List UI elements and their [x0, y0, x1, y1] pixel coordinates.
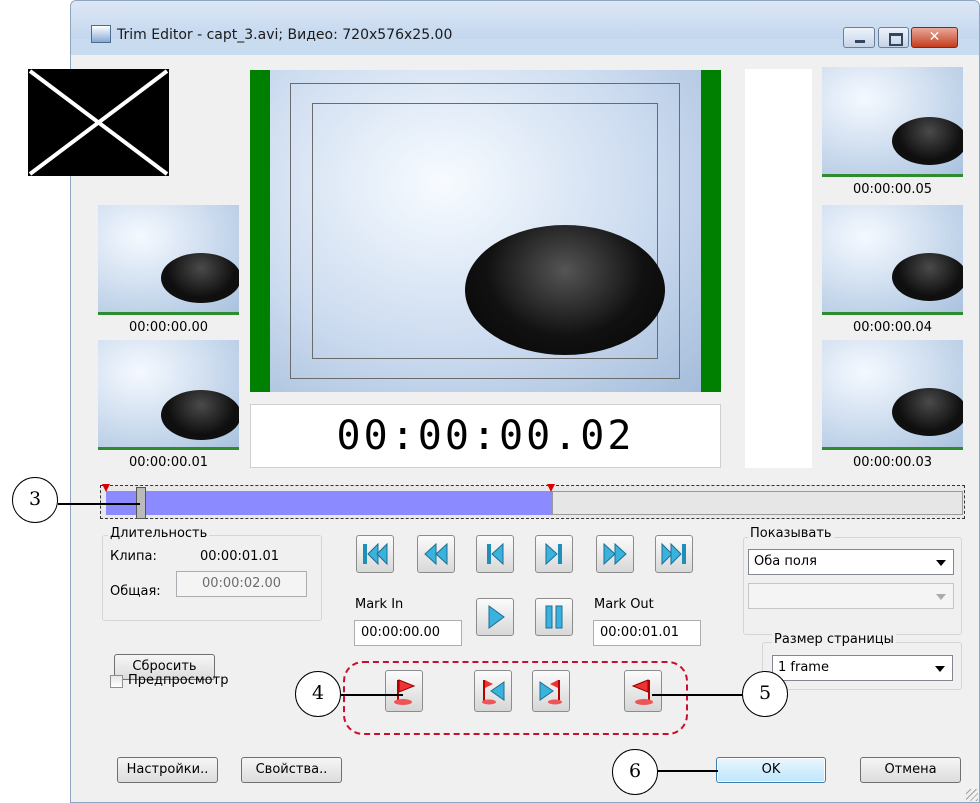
ok-button[interactable]: OK: [716, 757, 826, 783]
rewind-button[interactable]: [417, 535, 455, 573]
mark-out-indicator: [547, 484, 555, 492]
fast-forward-icon: [603, 542, 627, 566]
thumbnail-timecode: 00:00:00.00: [128, 320, 209, 335]
pause-icon: [545, 605, 563, 629]
play-button[interactable]: [476, 598, 514, 636]
app-icon: [91, 25, 111, 43]
rewind-icon: [424, 542, 448, 566]
minimize-button[interactable]: [843, 27, 875, 48]
go-to-mark-in-icon: [482, 680, 505, 705]
show-fields-select[interactable]: Оба поля: [748, 549, 954, 575]
callout-5: 5: [742, 671, 788, 717]
window-title: Trim Editor - capt_3.avi; Видео: 720x576…: [117, 27, 453, 43]
go-to-mark-in-button[interactable]: [474, 670, 512, 712]
chevron-down-icon: [936, 560, 946, 566]
total-duration-field: 00:00:02.00: [176, 571, 307, 597]
mark-in-label: Mark In: [355, 597, 404, 612]
callout-6: 6: [612, 749, 658, 795]
properties-button[interactable]: Свойства..: [241, 757, 342, 783]
go-to-end-icon: [661, 542, 686, 566]
play-icon: [488, 605, 505, 629]
go-to-mark-out-icon: [539, 680, 562, 705]
callout-5-line: [652, 694, 742, 696]
mark-out-field[interactable]: 00:00:01.01: [593, 620, 701, 646]
clip-duration-value: 00:00:01.01: [200, 549, 280, 564]
timeline-selection: [106, 491, 552, 515]
title-bar: Trim Editor - capt_3.avi; Видео: 720x576…: [71, 1, 979, 48]
step-forward-icon: [545, 542, 562, 566]
total-duration-label: Общая:: [110, 584, 161, 599]
set-mark-out-button[interactable]: [624, 670, 662, 712]
mark-out-flag-icon: [631, 679, 653, 705]
cancel-button[interactable]: Отмена: [860, 757, 961, 783]
step-forward-button[interactable]: [535, 535, 573, 573]
thumbnail-timecode: 00:00:00.04: [852, 320, 933, 335]
frame-thumbnail-left-1[interactable]: [98, 205, 239, 315]
close-button[interactable]: ✕: [911, 27, 958, 48]
frame-thumbnail-left-2[interactable]: [98, 340, 239, 450]
callout-4-line: [341, 694, 403, 696]
mark-in-field[interactable]: 00:00:00.00: [354, 620, 462, 646]
close-icon: ✕: [928, 29, 941, 45]
video-frame-image: [465, 225, 665, 355]
preview-checkbox-label: Предпросмотр: [128, 673, 229, 688]
maximize-button[interactable]: [878, 27, 909, 48]
timeline-slider[interactable]: [100, 484, 965, 519]
go-to-start-icon: [363, 542, 388, 566]
show-group-label: Показывать: [748, 526, 834, 541]
go-to-start-button[interactable]: [356, 535, 394, 573]
duration-group-label: Длительность: [108, 526, 210, 541]
thumbnail-timecode: 00:00:00.01: [128, 455, 209, 470]
resize-grip[interactable]: [966, 789, 978, 801]
step-back-button[interactable]: [476, 535, 514, 573]
secondary-select: [748, 583, 954, 609]
frame-thumbnail-right-2[interactable]: [822, 205, 963, 315]
chevron-down-icon: [936, 594, 946, 600]
fast-forward-button[interactable]: [596, 535, 634, 573]
pause-button[interactable]: [535, 598, 573, 636]
go-to-mark-out-button[interactable]: [532, 670, 570, 712]
set-mark-in-button[interactable]: [385, 670, 423, 712]
mark-out-label: Mark Out: [594, 597, 654, 612]
go-to-end-button[interactable]: [655, 535, 693, 573]
video-preview[interactable]: [250, 70, 721, 392]
side-panel: [745, 69, 812, 468]
no-frame-placeholder: [28, 69, 169, 176]
clip-duration-label: Клипа:: [110, 549, 157, 564]
preview-checkbox[interactable]: [110, 675, 123, 688]
current-timecode: 00:00:00.02: [250, 404, 721, 468]
thumbnail-timecode: 00:00:00.03: [852, 455, 933, 470]
thumbnail-timecode: 00:00:00.05: [852, 182, 933, 197]
page-size-group-label: Размер страницы: [772, 632, 896, 647]
settings-button[interactable]: Настройки..: [117, 757, 218, 783]
page-size-select[interactable]: 1 frame: [772, 655, 953, 681]
page-size-value: 1 frame: [778, 660, 829, 675]
callout-3-line: [58, 503, 140, 505]
callout-3: 3: [12, 477, 58, 523]
cross-icon: [28, 69, 169, 176]
callout-4: 4: [295, 671, 341, 717]
frame-thumbnail-right-3[interactable]: [822, 340, 963, 450]
frame-thumbnail-right-1[interactable]: [822, 67, 963, 177]
timeline-track: [552, 491, 963, 515]
chevron-down-icon: [935, 666, 945, 672]
mark-in-indicator: [102, 484, 110, 492]
mark-in-flag-icon: [394, 679, 416, 705]
show-fields-value: Оба поля: [754, 554, 817, 569]
step-back-icon: [487, 542, 504, 566]
callout-6-line: [658, 770, 718, 772]
